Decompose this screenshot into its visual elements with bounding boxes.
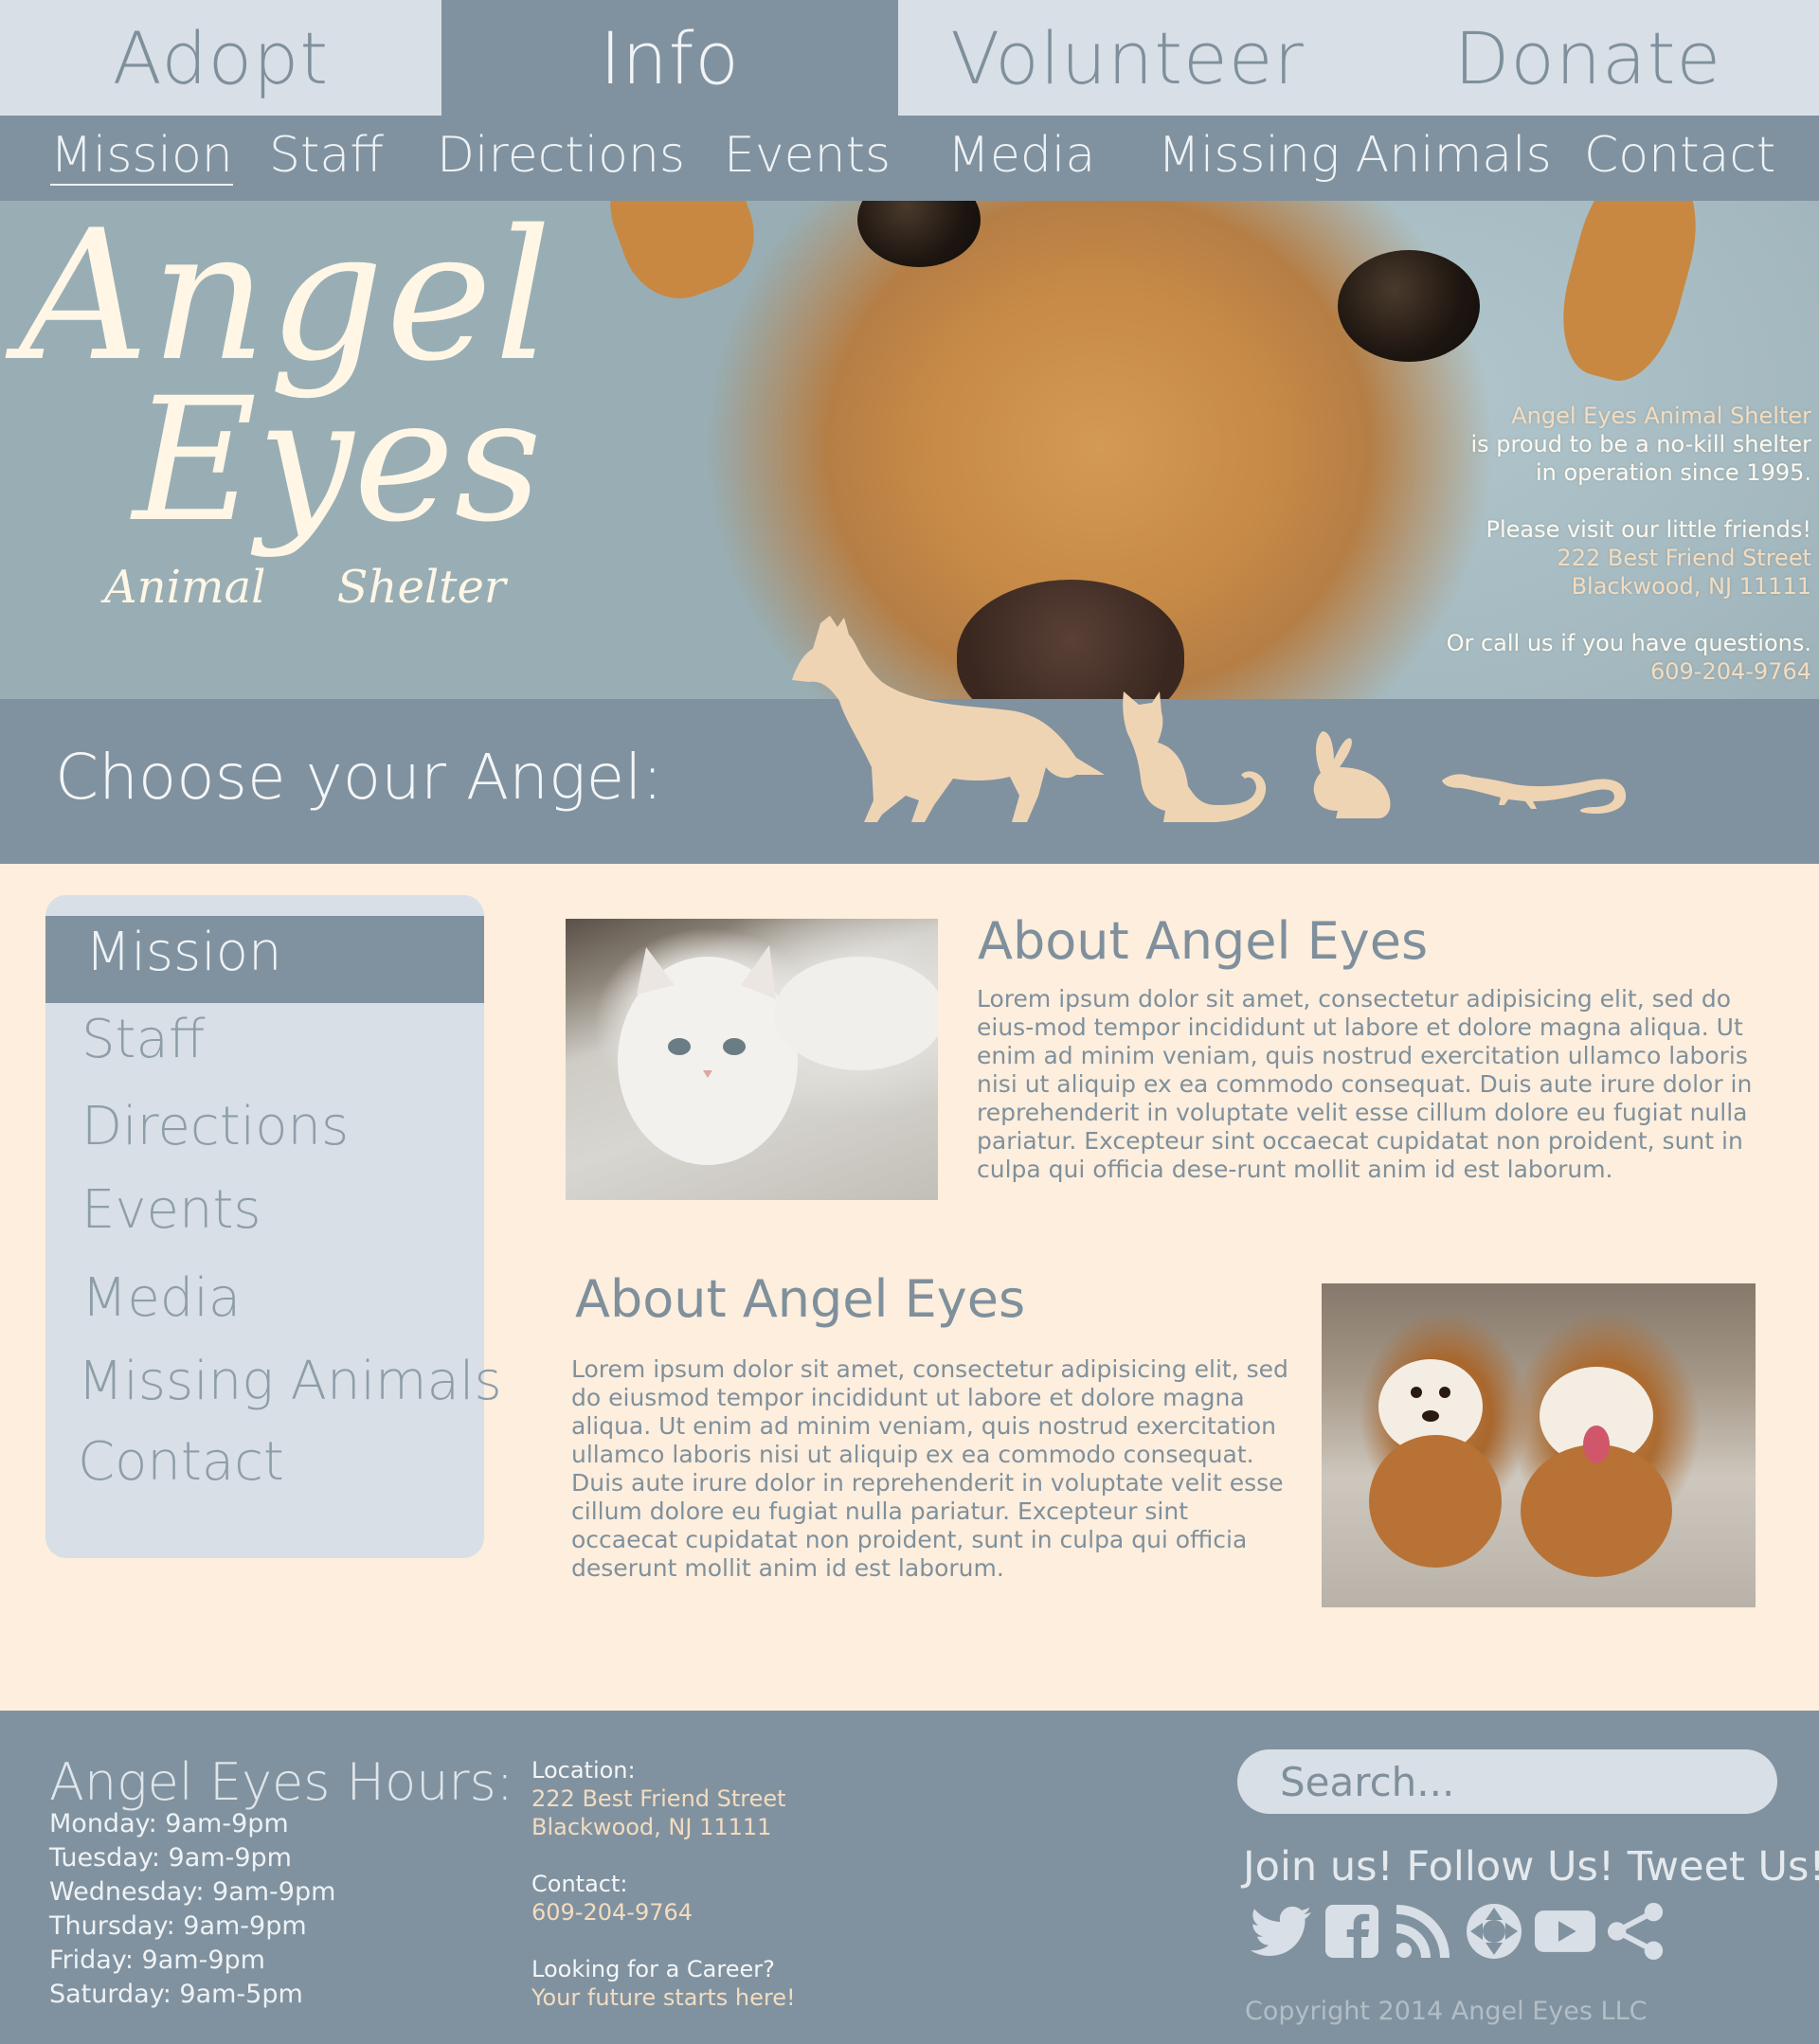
top-nav: Adopt Info Volunteer Donate — [0, 0, 1819, 116]
footer-location: Location: 222 Best Friend Street Blackwo… — [531, 1756, 796, 2012]
section1-text: Lorem ipsum dolor sit amet, consectetur … — [977, 985, 1753, 1183]
subnav-item-staff[interactable]: Staff — [269, 127, 384, 184]
facebook-icon[interactable] — [1322, 1902, 1382, 1961]
career-label: Looking for a Career? — [531, 1956, 775, 1982]
subnav-item-contact[interactable]: Contact — [1584, 127, 1775, 184]
dog-ear-left — [593, 201, 771, 314]
subnav-item-mission[interactable]: Mission — [50, 127, 233, 186]
shelter-info: Angel Eyes Animal Shelter is proud to be… — [1447, 402, 1811, 686]
twitter-icon[interactable] — [1251, 1902, 1311, 1961]
social-icons — [1251, 1902, 1677, 1961]
share-icon[interactable] — [1606, 1902, 1666, 1961]
sidebar-item-mission[interactable]: Mission — [85, 922, 282, 983]
lizard-icon[interactable] — [1442, 765, 1626, 820]
contact-label: Contact: — [531, 1871, 628, 1897]
sidebar-item-contact[interactable]: Contact — [78, 1431, 284, 1493]
puppies-photo — [1322, 1283, 1756, 1607]
subnav-item-missing-animals[interactable]: Missing Animals — [1158, 127, 1552, 184]
section2-title: About Angel Eyes — [575, 1269, 1026, 1329]
sidebar-item-missing-animals[interactable]: Missing Animals — [78, 1351, 502, 1412]
rabbit-icon[interactable] — [1307, 731, 1393, 820]
dog-icon[interactable] — [792, 616, 1105, 824]
sub-nav: Mission Staff Directions Events Media Mi… — [0, 116, 1819, 201]
sidebar-item-staff[interactable]: Staff — [81, 1009, 205, 1070]
hours-list: Monday: 9am-9pm Tuesday: 9am-9pm Wednesd… — [49, 1807, 335, 2012]
choose-label: Choose your Angel: — [55, 741, 663, 814]
dog-eye-right — [1338, 250, 1480, 362]
info-phone[interactable]: 609-204-9764 — [1447, 657, 1811, 686]
location-address: Blackwood, NJ 11111 — [531, 1814, 772, 1840]
location-label: Location: — [531, 1757, 636, 1784]
subnav-item-events[interactable]: Events — [724, 127, 891, 184]
subnav-item-media[interactable]: Media — [947, 127, 1095, 184]
subnav-item-directions[interactable]: Directions — [437, 127, 685, 184]
sidebar-item-events[interactable]: Events — [81, 1179, 261, 1241]
info-address: 222 Best Friend Street — [1557, 545, 1811, 571]
tab-volunteer[interactable]: Volunteer — [898, 0, 1357, 116]
camera-icon[interactable] — [1464, 1902, 1524, 1961]
section1-title: About Angel Eyes — [978, 911, 1429, 971]
search-input[interactable] — [1237, 1749, 1777, 1814]
hours-title: Angel Eyes Hours: — [49, 1752, 513, 1812]
hours-item: Wednesday: 9am-9pm — [49, 1877, 336, 1907]
youtube-icon[interactable] — [1535, 1902, 1595, 1961]
sidebar-item-directions[interactable]: Directions — [81, 1096, 349, 1157]
career-link[interactable]: Your future starts here! — [531, 1983, 796, 2012]
tab-donate[interactable]: Donate — [1357, 0, 1819, 116]
sidebar: Mission Staff Directions Events Media Mi… — [45, 895, 502, 1558]
contact-phone[interactable]: 609-204-9764 — [531, 1898, 796, 1927]
tab-info[interactable]: Info — [441, 0, 898, 116]
sidebar-item-media[interactable]: Media — [81, 1267, 241, 1329]
hours-item: Friday: 9am-9pm — [49, 1945, 265, 1975]
logo-subtitle: Animal Shelter — [104, 561, 506, 614]
info-line: is proud to be a no-kill shelter — [1470, 431, 1811, 457]
footer: Angel Eyes Hours: Monday: 9am-9pm Tuesda… — [0, 1711, 1819, 2044]
info-address: Blackwood, NJ 11111 — [1571, 573, 1811, 600]
dog-ear-right — [1546, 201, 1713, 392]
copyright: Copyright 2014 Angel Eyes LLC — [1245, 1997, 1648, 2026]
logo-eyes[interactable]: Eyes — [133, 362, 542, 560]
social-heading: Join us! Follow Us! Tweet Us! — [1243, 1843, 1819, 1891]
info-line: Angel Eyes Animal Shelter — [1511, 403, 1811, 429]
hours-item: Thursday: 9am-9pm — [49, 1911, 307, 1941]
hours-item: Tuesday: 9am-9pm — [49, 1843, 292, 1873]
tab-adopt[interactable]: Adopt — [0, 0, 441, 116]
section2-text: Lorem ipsum dolor sit amet, consectetur … — [571, 1355, 1288, 1582]
kitten-photo — [566, 919, 938, 1200]
rss-icon[interactable] — [1393, 1902, 1453, 1961]
info-line: in operation since 1995. — [1535, 459, 1811, 486]
hours-item: Monday: 9am-9pm — [49, 1809, 289, 1838]
info-line: Or call us if you have questions. — [1446, 630, 1811, 656]
hours-item: Saturday: 9am-5pm — [49, 1980, 303, 2009]
dog-eye-left — [857, 201, 981, 267]
cat-icon[interactable] — [1122, 691, 1270, 824]
location-address: 222 Best Friend Street — [531, 1785, 786, 1812]
info-line: Please visit our little friends! — [1486, 516, 1811, 543]
